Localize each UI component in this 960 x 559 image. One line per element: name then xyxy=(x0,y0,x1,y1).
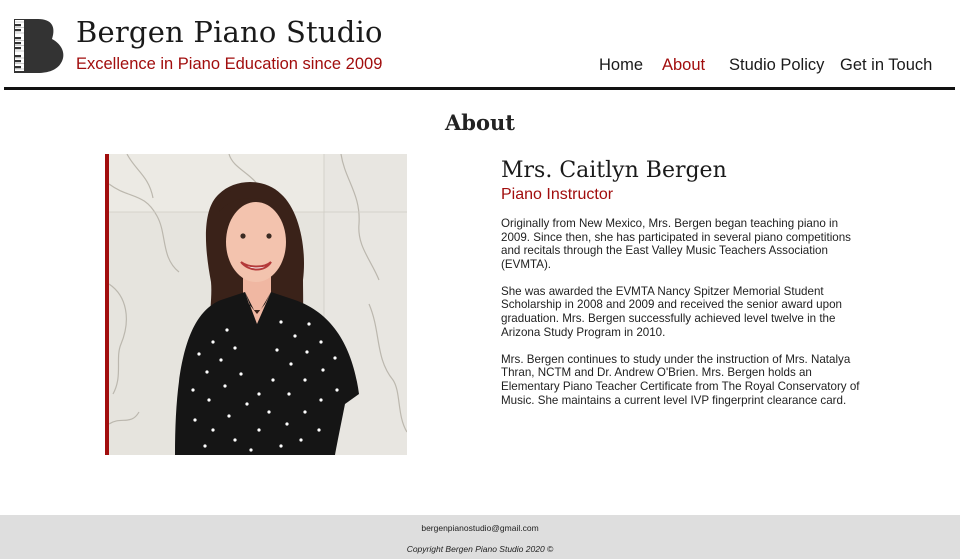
nav-about[interactable]: About xyxy=(662,56,705,75)
bio-paragraph: Originally from New Mexico, Mrs. Bergen … xyxy=(501,217,851,271)
footer-copyright: Copyright Bergen Piano Studio 2020 © xyxy=(406,544,554,554)
site-title[interactable]: Bergen Piano Studio xyxy=(76,15,383,49)
page-title: About xyxy=(445,110,515,135)
main-nav: Home About Studio Policy Get in Touch xyxy=(0,56,960,76)
instructor-photo xyxy=(109,154,407,455)
instructor-name: Mrs. Caitlyn Bergen xyxy=(501,158,727,183)
site-header: Bergen Piano Studio Excellence in Piano … xyxy=(0,0,960,90)
nav-home[interactable]: Home xyxy=(599,56,643,75)
instructor-role: Piano Instructor xyxy=(501,186,614,203)
bio-paragraph: She was awarded the EVMTA Nancy Spitzer … xyxy=(501,284,842,339)
nav-get-in-touch[interactable]: Get in Touch xyxy=(840,56,932,75)
header-divider xyxy=(4,87,955,90)
footer-email-link[interactable]: bergenpianostudio@gmail.com xyxy=(0,523,960,533)
bio-paragraph: Mrs. Bergen continues to study under the… xyxy=(501,352,860,407)
instructor-bio: Originally from New Mexico, Mrs. Bergen … xyxy=(501,217,861,421)
site-footer: bergenpianostudio@gmail.com Copyright Be… xyxy=(0,515,960,559)
nav-studio-policy[interactable]: Studio Policy xyxy=(729,56,824,75)
instructor-photo-frame xyxy=(105,154,407,455)
